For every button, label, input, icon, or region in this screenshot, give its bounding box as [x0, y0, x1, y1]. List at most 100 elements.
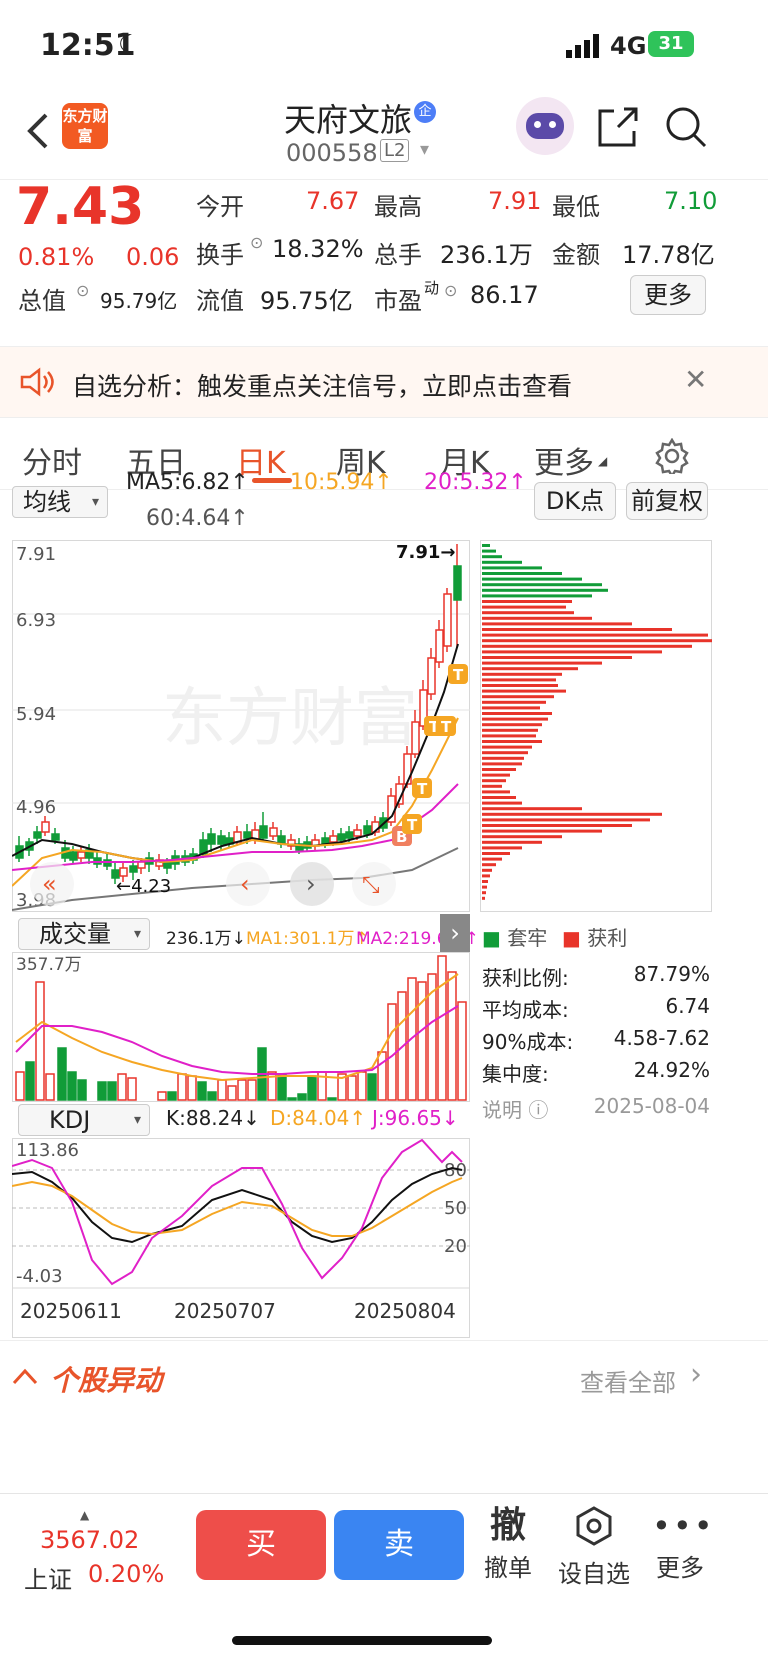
svg-text:‹: ‹ — [240, 870, 250, 898]
legend-trapped: ■ 套牢 — [482, 926, 548, 950]
ma5-value: MA5:6.82↑ — [126, 470, 249, 495]
company-badge-icon: 企 — [414, 101, 436, 123]
add-watchlist-button[interactable]: 设自选 — [554, 1504, 634, 1589]
date-label-end: 20250804 — [354, 1299, 456, 1323]
info-icon[interactable]: ⊙ — [76, 281, 89, 300]
y-label-2: 6.93 — [16, 610, 56, 631]
date-label-start: 20250611 — [20, 1299, 122, 1323]
bottom-action-bar: ▲ 3567.02 上证 0.20% 买 卖 撤 撤单 设自选 ••• 更多 — [0, 1493, 768, 1663]
battery-icon: 31 — [648, 31, 694, 57]
ma10-value: 10:5.94↑ — [290, 470, 393, 495]
chip-date: 2025-08-04 — [593, 1094, 710, 1118]
search-icon[interactable] — [664, 105, 708, 149]
stat-label: 平均成本: — [482, 998, 569, 1022]
network-type: 4G — [610, 32, 647, 60]
y-label-3: 5.94 — [16, 704, 56, 725]
indicator-select-volume[interactable]: 成交量 ▾ — [18, 918, 150, 950]
volume-chart: 357.7万 — [12, 952, 470, 1102]
movers-section[interactable]: 个股异动 查看全部 › — [0, 1340, 768, 1412]
open-label: 今开 — [196, 193, 244, 221]
more-dots-icon: ••• — [652, 1507, 715, 1545]
settings-gear-icon[interactable] — [654, 438, 690, 474]
turnover-value: 18.32% — [272, 235, 364, 263]
stat-value: 4.58-7.62 — [613, 1026, 710, 1050]
app-logo: 东方财富 — [62, 103, 108, 149]
close-icon[interactable]: ✕ — [684, 363, 707, 396]
hexagon-icon — [576, 1506, 612, 1546]
max-price-marker: 7.91→ — [396, 542, 456, 563]
volume-value: 236.1万 — [440, 241, 533, 269]
watermark: 东方财富 — [162, 682, 418, 756]
analysis-banner[interactable]: 自选分析：触发重点关注信号，立即点击查看 ✕ — [0, 346, 768, 418]
svg-text:T: T — [441, 718, 452, 736]
share-icon[interactable] — [596, 105, 640, 149]
kdj-level-20: 20 — [444, 1236, 467, 1257]
chip-stats: 获利比例: 87.79% 平均成本: 6.74 90%成本: 4.58-7.62 集中… — [482, 962, 710, 1126]
candlestick-chart[interactable]: 东方财富 7.91 6.93 5.94 4.96 3.98 7.91→ ←4.2… — [12, 540, 470, 912]
svg-text:T: T — [417, 780, 428, 798]
cancel-order-button[interactable]: 撤 撤单 — [480, 1504, 536, 1583]
chip-distribution-chart — [480, 540, 712, 912]
indicator-select-ma[interactable]: 均线 ▾ — [12, 486, 108, 518]
float-mv-label: 流值 — [196, 287, 244, 315]
last-price: 7.43 — [16, 177, 145, 237]
more-actions-button[interactable]: ••• 更多 — [652, 1504, 715, 1583]
tab-intraday[interactable]: 分时 — [22, 438, 82, 482]
svg-text:T: T — [453, 666, 464, 684]
chip-note-link[interactable]: 说明 — [482, 1098, 522, 1122]
info-icon: ⓘ — [528, 1098, 549, 1122]
chevron-right-icon[interactable]: › — [690, 1357, 702, 1392]
assistant-avatar[interactable] — [516, 97, 574, 155]
ma60-value: 60:4.64↑ — [146, 506, 249, 531]
kdj-level-80: 80 — [444, 1160, 467, 1181]
banner-text: 自选分析：触发重点关注信号，立即点击查看 — [72, 372, 573, 401]
moon-icon: ☾ — [118, 30, 142, 60]
pe-dynamic-mark: 动 — [424, 279, 440, 297]
status-bar: 12:51 ☾ 4G 31 — [0, 0, 768, 95]
total-mv-label: 总值 — [18, 287, 66, 315]
turnover-label: 换手 — [196, 241, 244, 269]
amount-label: 金额 — [552, 241, 600, 269]
low-value: 7.10 — [664, 187, 718, 215]
chevron-down-icon[interactable]: ▾ — [420, 139, 429, 160]
indicator-select-kdj[interactable]: KDJ ▾ — [18, 1104, 150, 1136]
home-indicator — [232, 1636, 492, 1645]
info-icon[interactable]: ⊙ — [444, 281, 457, 300]
chevron-up-icon[interactable] — [12, 1367, 38, 1387]
stat-label: 90%成本: — [482, 1030, 574, 1054]
high-label: 最高 — [374, 193, 422, 221]
back-icon[interactable] — [24, 111, 54, 151]
sell-button[interactable]: 卖 — [334, 1510, 464, 1580]
volume-ma1: MA1:301.1万↑ — [246, 929, 369, 949]
kdj-j: J:96.65↓ — [372, 1106, 459, 1130]
change-amount: 0.06 — [126, 243, 180, 271]
dk-point-button[interactable]: DK点 — [534, 482, 616, 520]
view-all-link[interactable]: 查看全部 — [580, 1363, 676, 1398]
volume-now: 236.1万↓ — [166, 929, 246, 949]
y-label-4: 4.96 — [16, 797, 56, 818]
amount-value: 17.78亿 — [622, 241, 715, 269]
speaker-icon — [20, 367, 54, 397]
signal-icon — [566, 34, 599, 58]
high-value: 7.91 — [488, 187, 542, 215]
movers-title: 个股异动 — [50, 1364, 163, 1397]
tab-more[interactable]: 更多 — [534, 438, 594, 482]
kdj-chart: 113.86 -4.03 80 50 20 20250611 20250707 … — [12, 1138, 470, 1338]
info-icon[interactable]: ⊙ — [250, 233, 263, 252]
chevron-right-icon[interactable]: › — [440, 914, 470, 952]
stat-label: 集中度: — [482, 1062, 549, 1086]
index-percent: 0.20% — [88, 1560, 165, 1588]
stock-code: 000558 — [286, 139, 378, 167]
buy-button[interactable]: 买 — [196, 1510, 326, 1580]
ma20-value: 20:5.32↑ — [424, 470, 527, 495]
corner-arrow-icon: ◢ — [598, 454, 608, 468]
stat-value: 24.92% — [633, 1058, 710, 1082]
pe-label: 市盈 — [374, 287, 422, 315]
kdj-level-50: 50 — [444, 1198, 467, 1219]
kdj-d: D:84.04↑ — [270, 1106, 367, 1130]
price-adjust-button[interactable]: 前复权 — [626, 482, 708, 520]
stat-value: 6.74 — [665, 994, 710, 1018]
more-quote-button[interactable]: 更多 — [630, 275, 706, 315]
date-label-mid: 20250707 — [174, 1299, 276, 1323]
change-percent: 0.81% — [18, 243, 95, 271]
